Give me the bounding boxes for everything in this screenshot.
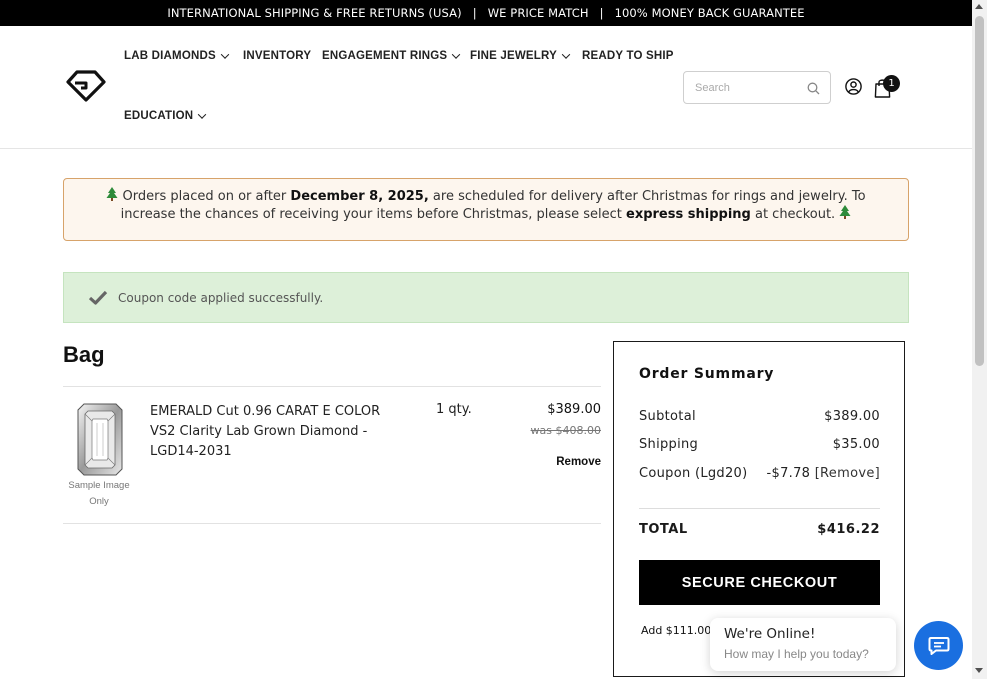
diamond-product-image[interactable] [77, 403, 123, 476]
chat-subtitle: How may I help you today? [724, 647, 869, 661]
nav-education[interactable]: EDUCATION [124, 110, 207, 122]
coupon-label: Coupon (Lgd20) [639, 466, 748, 481]
chat-open-button[interactable] [914, 621, 963, 670]
remove-coupon-link[interactable]: [Remove] [815, 466, 880, 481]
divider [639, 508, 880, 509]
order-summary-title: Order Summary [639, 366, 775, 382]
holiday-shipping-notice: Orders placed on or after December 8, 20… [63, 178, 909, 241]
shipping-row: Shipping $35.00 [639, 437, 880, 452]
shipping-value: $35.00 [832, 437, 880, 452]
nav-fine-jewelry[interactable]: FINE JEWELRY [470, 50, 571, 62]
subtotal-row: Subtotal $389.00 [639, 409, 880, 424]
announcement-shipping: INTERNATIONAL SHIPPING & FREE RETURNS (U… [167, 6, 462, 20]
notice-date: December 8, 2025, [290, 189, 429, 204]
total-value: $416.22 [817, 522, 880, 537]
product-was-price: was $408.00 [530, 424, 601, 437]
nav-engagement-rings-label: ENGAGEMENT RINGS [322, 50, 448, 62]
announcement-separator: | [599, 6, 604, 20]
sample-image-caption: Sample Image Only [68, 480, 130, 507]
announcement-bar: INTERNATIONAL SHIPPING & FREE RETURNS (U… [0, 0, 972, 26]
divider [63, 386, 601, 387]
chevron-down-icon [220, 50, 230, 59]
coupon-success-message: Coupon code applied successfully. [63, 272, 909, 323]
coupon-message-text: Coupon code applied successfully. [118, 290, 324, 305]
product-name-link[interactable]: EMERALD Cut 0.96 CARAT E COLOR VS2 Clari… [150, 402, 390, 462]
notice-emphasis: express shipping [626, 207, 751, 222]
coupon-value: -$7.78 [766, 466, 811, 481]
secure-checkout-button[interactable]: SECURE CHECKOUT [639, 560, 880, 605]
nav-lab-diamonds[interactable]: LAB DIAMONDS [124, 50, 230, 62]
subtotal-label: Subtotal [639, 409, 696, 424]
shipping-label: Shipping [639, 437, 699, 452]
christmas-tree-icon [839, 205, 851, 219]
coupon-row: Coupon (Lgd20) -$7.78 [Remove] [639, 466, 880, 481]
search-icon[interactable] [807, 82, 820, 95]
cart-count-badge: 1 [883, 75, 900, 92]
announcement-price-match: WE PRICE MATCH [487, 6, 589, 20]
chat-title: We're Online! [724, 626, 816, 642]
announcement-guarantee: 100% MONEY BACK GUARANTEE [614, 6, 805, 20]
total-row: TOTAL $416.22 [639, 522, 880, 537]
bag-title: Bag [63, 342, 105, 367]
product-price: $389.00 [547, 402, 601, 417]
subtotal-value: $389.00 [824, 409, 880, 424]
coupon-amount: -$7.78 [Remove] [767, 466, 880, 481]
total-label: TOTAL [639, 522, 688, 537]
christmas-tree-icon [106, 187, 118, 201]
checkmark-icon [88, 290, 108, 305]
remove-item-button[interactable]: Remove [556, 456, 601, 468]
page-scrollbar[interactable] [972, 0, 987, 679]
nav-education-label: EDUCATION [124, 110, 194, 122]
nav-engagement-rings[interactable]: ENGAGEMENT RINGS [322, 50, 461, 62]
scrollbar-thumb[interactable] [975, 16, 984, 366]
product-quantity: 1 qty. [436, 402, 472, 417]
nav-inventory-label: INVENTORY [243, 50, 312, 62]
notice-text-after: at checkout. [750, 207, 840, 222]
divider [63, 523, 601, 524]
site-header: LAB DIAMONDS INVENTORY ENGAGEMENT RINGS … [0, 26, 972, 149]
notice-text-before: Orders placed on or after [118, 189, 291, 204]
chevron-down-icon [561, 50, 571, 59]
chat-greeting-bubble[interactable]: We're Online! How may I help you today? [710, 618, 896, 671]
search-input[interactable] [684, 72, 794, 103]
announcement-separator: | [472, 6, 477, 20]
chevron-down-icon [452, 50, 461, 59]
nav-ready-to-ship-label: READY TO SHIP [582, 50, 674, 62]
brand-logo-icon[interactable] [66, 70, 106, 102]
nav-fine-jewelry-label: FINE JEWELRY [470, 50, 557, 62]
scroll-down-arrow-icon[interactable] [975, 668, 983, 673]
user-account-icon[interactable] [845, 78, 862, 95]
chat-icon [928, 636, 949, 655]
scroll-up-arrow-icon[interactable] [975, 4, 983, 9]
nav-lab-diamonds-label: LAB DIAMONDS [124, 50, 216, 62]
nav-inventory[interactable]: INVENTORY [243, 50, 311, 62]
nav-ready-to-ship[interactable]: READY TO SHIP [582, 50, 674, 62]
search-box [683, 71, 831, 104]
chevron-down-icon [198, 110, 207, 119]
